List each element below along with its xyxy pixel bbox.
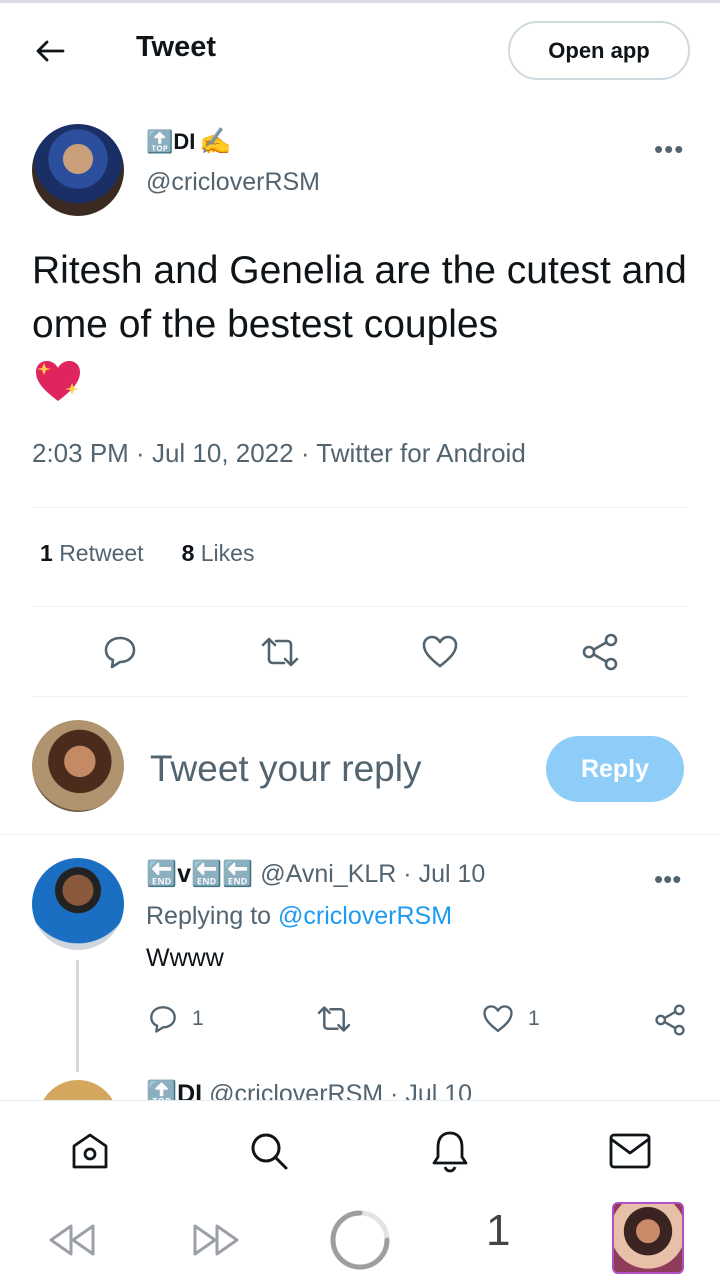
retweet-stat[interactable]: 1 Retweet [40,540,144,567]
tweet-date: Jul 10, 2022 [151,438,294,468]
reply-icon [104,636,136,669]
comment-author-name[interactable]: 🔚v🔚🔚 [146,860,253,888]
comment-date[interactable]: Jul 10 [419,860,486,888]
open-app-button[interactable]: Open app [508,21,690,80]
like-icon [422,635,458,668]
tweet-meta: 2:03 PM · Jul 10, 2022 · Twitter for And… [32,438,526,468]
comment-author-handle[interactable]: @Avni_KLR [260,860,396,888]
comment-reply-button[interactable]: 1 [148,1004,204,1034]
retweet-icon [317,1006,351,1032]
like-button[interactable] [418,630,462,674]
comment-header: 🔚v🔚🔚 @Avni_KLR · Jul 10 [146,860,486,888]
author-name[interactable]: 🔝DI ✍️ [146,126,232,157]
tweet-time: 2:03 PM [32,438,129,468]
comment-replying-to: Replying to @cricloverRSM [146,902,453,930]
comment-avatar[interactable] [32,858,124,950]
tweet-text: Ritesh and Genelia are the cutest and om… [32,244,702,406]
thread-line [76,960,79,1072]
share-icon [582,633,618,671]
share-button[interactable] [578,630,622,674]
search-icon [251,1133,288,1170]
replying-to-link[interactable]: @cricloverRSM [278,902,452,930]
forward-icon [193,1224,239,1256]
reply-submit-button[interactable]: Reply [546,736,684,802]
page-title: Tweet [136,31,217,63]
rewind-button[interactable] [44,1218,98,1262]
retweet-icon [261,637,299,667]
header: Tweet Open app [0,3,720,95]
comment-share-button[interactable] [654,1004,686,1036]
tab-count[interactable]: 1 [486,1206,510,1256]
likes-stat[interactable]: 8 Likes [182,540,255,567]
sparkling-heart-icon [36,360,80,401]
nav-search[interactable] [247,1129,291,1173]
back-arrow-icon [36,40,65,62]
like-icon [483,1005,513,1032]
tweet-stats: 1 Retweet 8 Likes [40,540,254,567]
user-avatar[interactable] [32,720,124,812]
nav-home[interactable] [68,1129,112,1173]
divider [32,606,688,607]
comment-like-button[interactable]: 1 [482,1004,540,1034]
loading-icon [330,1210,390,1270]
back-button[interactable] [30,31,70,71]
nav-messages[interactable] [608,1129,652,1173]
bottom-nav [0,1100,720,1200]
reply-input[interactable]: Tweet your reply [150,748,421,790]
comment-like-count: 1 [528,1007,540,1030]
nav-notifications[interactable] [428,1129,472,1173]
author-handle[interactable]: @cricloverRSM [146,168,320,197]
divider [32,696,688,697]
author-avatar[interactable] [32,124,124,216]
loading-indicator [328,1208,392,1272]
tweet-source[interactable]: Twitter for Android [316,438,526,468]
more-icon[interactable]: ••• [654,134,684,165]
comment-text: Wwww [146,944,224,972]
home-icon [72,1133,108,1169]
notifications-icon [432,1131,468,1173]
retweet-button[interactable] [258,630,302,674]
messages-icon [609,1133,651,1169]
reply-button[interactable] [98,630,142,674]
comment-retweet-button[interactable] [316,1004,352,1034]
comment-more-icon[interactable]: ••• [654,864,681,895]
reply-icon [150,1006,176,1033]
share-icon [655,1004,685,1036]
comment-reply-count: 1 [192,1007,204,1030]
forward-button[interactable] [190,1218,244,1262]
author-name-text: 🔝DI [146,128,196,154]
divider [32,507,688,508]
profile-thumbnail[interactable] [612,1202,684,1274]
divider [0,834,720,835]
tweet-body: Ritesh and Genelia are the cutest and om… [32,249,687,346]
rewind-icon [49,1224,95,1256]
writing-hand-emoji: ✍️ [199,126,232,156]
